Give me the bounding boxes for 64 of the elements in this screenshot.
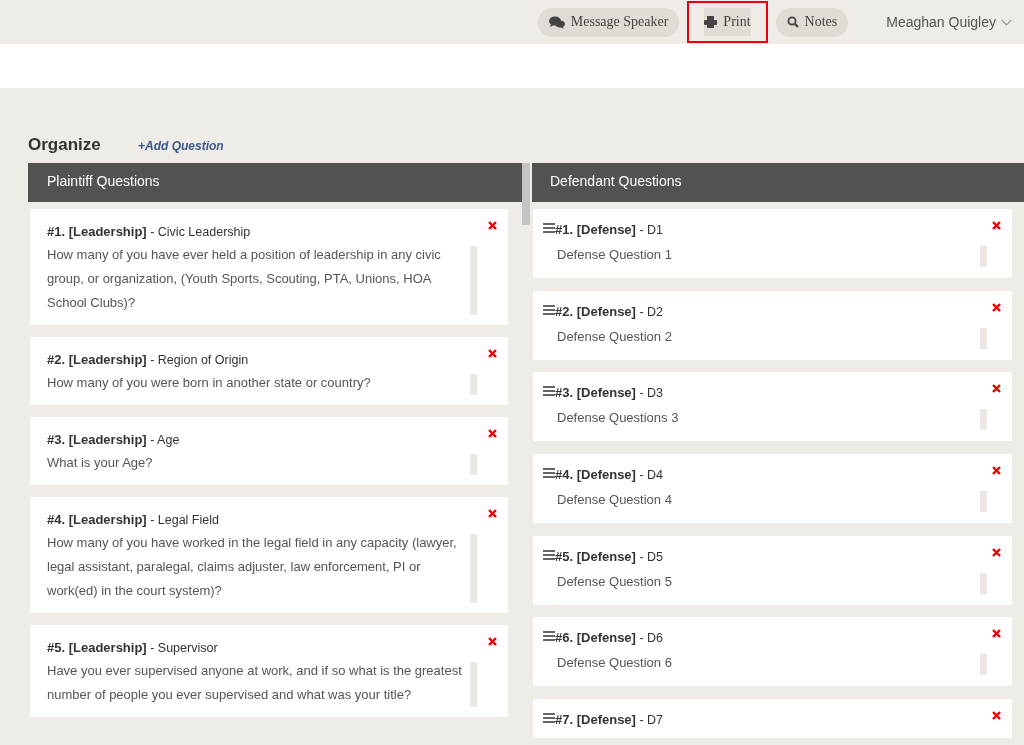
- question-text: Defense Question 6: [557, 654, 673, 673]
- question-title: #3. [Leadership] - Age: [47, 431, 180, 449]
- close-icon[interactable]: [992, 629, 1001, 639]
- scroll-track: [980, 409, 987, 431]
- add-question-link[interactable]: +Add Question: [138, 139, 224, 153]
- close-icon[interactable]: [488, 349, 497, 358]
- close-icon[interactable]: [992, 711, 1001, 721]
- drag-handle-icon[interactable]: [543, 304, 555, 315]
- question-text: Defense Questions 3: [557, 409, 680, 428]
- close-icon[interactable]: [992, 547, 1001, 557]
- toolbar-button[interactable]: Message Speaker: [537, 7, 680, 37]
- close-icon[interactable]: [992, 221, 1001, 230]
- question-title: #5. [Defense] - D5: [555, 547, 663, 566]
- question-text: How many of you were born in another state or country?: [47, 374, 372, 392]
- drag-handle-icon[interactable]: [543, 631, 555, 642]
- drag-handle-icon[interactable]: [543, 549, 555, 560]
- question-text: Have you ever supervised anyone at work, and if so what is the greatest number of people you ever supervised and what was your title?: [47, 662, 463, 704]
- question-title: #4. [Defense] - D4: [555, 466, 663, 485]
- question-title: #5. [Leadership] - Supervisor: [47, 639, 218, 657]
- question-text: How many of you have worked in the legal field in any capacity (lawyer, legal assistant, paralegal, claims adjuster, law enforcement, PI or work(ed) in the court system)?: [47, 534, 458, 600]
- drag-handle-icon[interactable]: [543, 386, 555, 397]
- close-icon[interactable]: [992, 384, 1001, 394]
- column-header: Plaintiff Questions: [28, 163, 522, 202]
- section-title: Organize: [28, 135, 102, 155]
- scroll-track: [470, 246, 477, 315]
- question-title: #4. [Leadership] - Legal Field: [47, 511, 219, 529]
- scroll-track: [470, 662, 477, 707]
- drag-handle-icon[interactable]: [543, 713, 555, 724]
- question-title: #1. [Leadership] - Civic Leadership: [47, 223, 251, 241]
- scroll-track: [470, 534, 477, 603]
- question-text: What is your Age?: [47, 454, 154, 472]
- question-title: #2. [Defense] - D2: [555, 302, 663, 321]
- question-text: Defense Question 5: [557, 572, 673, 591]
- question-title: #1. [Defense] - D1: [555, 221, 663, 239]
- scroll-track: [470, 374, 477, 395]
- chat-bubbles-icon: [548, 15, 565, 29]
- search-icon: [786, 16, 799, 28]
- scroll-track: [980, 654, 987, 676]
- question-title: #7. [Defense] - D7: [555, 711, 663, 730]
- scroll-track: [470, 454, 477, 475]
- close-icon[interactable]: [488, 509, 497, 518]
- scroll-track: [980, 572, 987, 594]
- close-icon[interactable]: [488, 221, 497, 230]
- toolbar-button[interactable]: Notes: [775, 7, 849, 37]
- toolbar-button[interactable]: Print: [687, 1, 768, 43]
- question-title: #6. [Defense] - D6: [555, 629, 663, 648]
- close-icon[interactable]: [992, 466, 1001, 476]
- column-header: Defendant Questions: [532, 163, 1024, 202]
- question-text: How many of you have ever held a position of leadership in any civic group, or organization, (Youth Sports, Scouting, PTA, Unions, HOA School Clubs)?: [47, 246, 442, 312]
- question-title: #3. [Defense] - D3: [555, 384, 663, 403]
- question-title: #2. [Leadership] - Region of Origin: [47, 351, 249, 369]
- drag-handle-icon[interactable]: [543, 223, 555, 233]
- chevron-down-icon: [1001, 18, 1012, 26]
- question-text: Defense Question 1: [557, 246, 673, 264]
- scroll-track: [980, 491, 987, 513]
- close-icon[interactable]: [488, 429, 497, 438]
- close-icon[interactable]: [992, 302, 1001, 312]
- question-text: Defense Question 4: [557, 491, 673, 510]
- scroll-track: [980, 327, 987, 349]
- user-menu[interactable]: Meaghan Quigley: [886, 14, 1012, 30]
- question-text: Defense Question 2: [557, 327, 673, 346]
- scroll-track: [980, 246, 987, 267]
- drag-handle-icon[interactable]: [543, 468, 555, 479]
- close-icon[interactable]: [488, 637, 497, 646]
